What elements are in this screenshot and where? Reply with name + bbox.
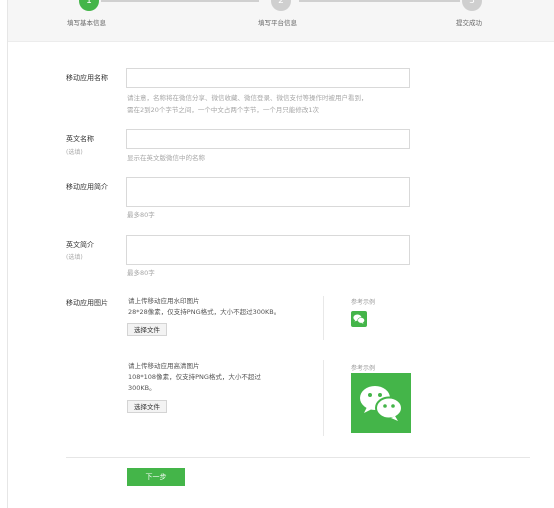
divider — [323, 360, 324, 436]
app-images-label: 移动应用图片 — [66, 299, 108, 307]
watermark-choose-file-button[interactable]: 选择文件 — [127, 323, 167, 336]
english-intro-label: 英文简介 — [66, 241, 94, 249]
step-progress-bar: 1 填写基本信息 2 填写平台信息 3 提交成功 — [8, 0, 554, 42]
create-app-page: 1 填写基本信息 2 填写平台信息 3 提交成功 移动应用名称 请注意，名称将在… — [0, 0, 554, 508]
app-intro-hint: 最多80字 — [127, 211, 155, 219]
english-name-hint: 显示在英文版微信中的名称 — [127, 154, 205, 162]
app-intro-textarea[interactable] — [126, 177, 410, 207]
hd-image-desc: 请上传移动应用高清图片 108*108像素，仅支持PNG格式，大小不超过 300… — [128, 361, 261, 394]
step-3-circle: 3 — [462, 0, 482, 11]
app-name-label: 移动应用名称 — [66, 74, 108, 82]
app-name-hint-line1: 请注意，名称将在微信分享、微信收藏、微信登录、微信支付等操作时被用户看到， — [127, 94, 368, 102]
page-frame-line — [7, 0, 8, 508]
english-name-input[interactable] — [126, 129, 410, 149]
app-name-input[interactable] — [126, 68, 410, 88]
form-divider — [66, 457, 530, 458]
english-intro-optional: (选填) — [66, 254, 83, 261]
hd-choose-file-button[interactable]: 选择文件 — [127, 400, 167, 413]
divider — [323, 296, 324, 340]
english-name-optional: (选填) — [66, 149, 83, 156]
app-name-hint-line2: 需在2到20个字节之间，一个中文占两个字节，一个月只能修改1次 — [127, 106, 320, 114]
watermark-desc-line2: 28*28像素，仅支持PNG格式，大小不超过300KB。 — [128, 308, 281, 316]
watermark-ref-label: 参考示例 — [351, 299, 376, 306]
step-2-label: 填写平台信息 — [258, 19, 297, 27]
step-2-circle: 2 — [271, 0, 291, 11]
hd-desc-line2: 108*108像素，仅支持PNG格式，大小不超过 — [128, 373, 261, 381]
english-intro-textarea[interactable] — [126, 235, 410, 265]
next-step-button[interactable]: 下一步 — [127, 468, 185, 486]
app-name-hint: 请注意，名称将在微信分享、微信收藏、微信登录、微信支付等操作时被用户看到， 需在… — [127, 92, 368, 116]
step-1-label: 填写基本信息 — [67, 19, 106, 27]
english-name-label: 英文名称 — [66, 135, 94, 143]
watermark-desc-line1: 请上传移动应用水印图片 — [128, 297, 200, 305]
hd-ref-label: 参考示例 — [351, 365, 376, 372]
watermark-image-desc: 请上传移动应用水印图片 28*28像素，仅支持PNG格式，大小不超过300KB。 — [128, 296, 280, 318]
app-intro-label: 移动应用简介 — [66, 183, 108, 191]
english-intro-hint: 最多80字 — [127, 269, 155, 277]
hd-desc-line3: 300KB。 — [128, 384, 156, 392]
step-1-circle: 1 — [79, 0, 99, 11]
step-connector — [299, 0, 460, 2]
step-3-label: 提交成功 — [456, 19, 482, 27]
hd-desc-line1: 请上传移动应用高清图片 — [128, 362, 200, 370]
step-connector — [101, 0, 259, 2]
wechat-logo-large-icon — [351, 373, 411, 433]
wechat-logo-small-icon — [351, 311, 367, 327]
